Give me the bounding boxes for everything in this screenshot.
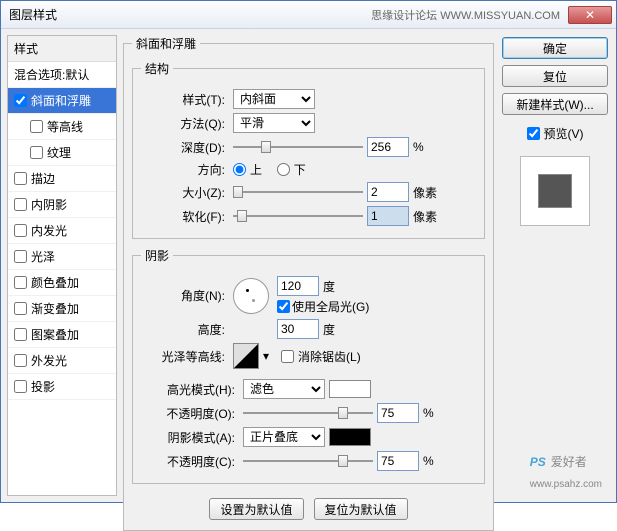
shadow-mode-select[interactable]: 正片叠底 <box>243 427 325 447</box>
size-label: 大小(Z): <box>141 184 229 201</box>
sidebar-item-patternoverlay[interactable]: 图案叠加 <box>8 322 116 348</box>
window-title: 图层样式 <box>9 6 371 23</box>
patternoverlay-checkbox[interactable] <box>14 328 27 341</box>
close-icon: ✕ <box>585 8 595 22</box>
sidebar-blend-options[interactable]: 混合选项:默认 <box>8 62 116 88</box>
pct-label: % <box>413 140 424 154</box>
deg-label2: 度 <box>323 321 335 338</box>
direction-label: 方向: <box>141 161 229 178</box>
satin-checkbox[interactable] <box>14 250 27 263</box>
shadow-mode-label: 阴影模式(A): <box>141 429 239 446</box>
make-default-button[interactable]: 设置为默认值 <box>209 498 303 520</box>
right-panel: 确定 复位 新建样式(W)... 预览(V) <box>500 35 610 496</box>
style-label: 样式(T): <box>141 91 229 108</box>
direction-up-radio[interactable] <box>233 163 246 176</box>
technique-label: 方法(Q): <box>141 115 229 132</box>
technique-select[interactable]: 平滑 <box>233 113 315 133</box>
altitude-input[interactable] <box>277 319 319 339</box>
dropshadow-checkbox[interactable] <box>14 380 27 393</box>
new-style-button[interactable]: 新建样式(W)... <box>502 93 608 115</box>
sidebar-header: 样式 <box>8 36 116 62</box>
depth-label: 深度(D): <box>141 139 229 156</box>
reset-default-button[interactable]: 复位为默认值 <box>314 498 408 520</box>
sidebar-item-coloroverlay[interactable]: 颜色叠加 <box>8 270 116 296</box>
sidebar-item-texture[interactable]: 纹理 <box>8 140 116 166</box>
preview-checkbox[interactable] <box>527 127 540 140</box>
soften-input[interactable] <box>367 206 409 226</box>
gradientoverlay-checkbox[interactable] <box>14 302 27 315</box>
deg-label: 度 <box>323 278 335 295</box>
styles-sidebar: 样式 混合选项:默认 斜面和浮雕 等高线 纹理 描边 内阴影 内发光 光泽 颜色… <box>7 35 117 496</box>
structure-legend: 结构 <box>141 60 173 77</box>
highlight-opacity-label: 不透明度(O): <box>141 405 239 422</box>
sidebar-item-gradientoverlay[interactable]: 渐变叠加 <box>8 296 116 322</box>
layer-style-dialog: 图层样式 思缘设计论坛 WWW.MISSYUAN.COM ✕ 样式 混合选项:默… <box>0 0 617 503</box>
highlight-opacity-input[interactable] <box>377 403 419 423</box>
window-subtitle: 思缘设计论坛 WWW.MISSYUAN.COM <box>371 7 560 23</box>
shadow-opacity-label: 不透明度(C): <box>141 453 239 470</box>
structure-group: 结构 样式(T): 内斜面 方法(Q): 平滑 深度(D): % <box>132 60 485 239</box>
bevel-legend: 斜面和浮雕 <box>132 35 200 52</box>
sidebar-item-innershadow[interactable]: 内阴影 <box>8 192 116 218</box>
contour-checkbox[interactable] <box>30 120 43 133</box>
texture-checkbox[interactable] <box>30 146 43 159</box>
size-input[interactable] <box>367 182 409 202</box>
altitude-label: 高度: <box>141 321 229 338</box>
depth-input[interactable] <box>367 137 409 157</box>
highlight-color[interactable] <box>329 380 371 398</box>
bevel-checkbox[interactable] <box>14 94 27 107</box>
highlight-mode-select[interactable]: 滤色 <box>243 379 325 399</box>
shading-group: 阴影 角度(N): 度 使用全局光(G) <box>132 247 485 484</box>
soften-slider[interactable] <box>233 207 363 225</box>
close-button[interactable]: ✕ <box>568 6 612 24</box>
angle-picker[interactable] <box>233 278 269 314</box>
shadow-color[interactable] <box>329 428 371 446</box>
preview-inner <box>538 174 572 208</box>
antialias-checkbox[interactable] <box>281 350 294 363</box>
px-label2: 像素 <box>413 208 437 225</box>
shadow-opacity-slider[interactable] <box>243 452 373 470</box>
highlight-mode-label: 高光模式(H): <box>141 381 239 398</box>
global-light-checkbox[interactable] <box>277 300 290 313</box>
sidebar-item-satin[interactable]: 光泽 <box>8 244 116 270</box>
style-select[interactable]: 内斜面 <box>233 89 315 109</box>
depth-slider[interactable] <box>233 138 363 156</box>
coloroverlay-checkbox[interactable] <box>14 276 27 289</box>
gloss-contour-picker[interactable] <box>233 343 259 369</box>
antialias-label: 消除锯齿(L) <box>298 348 361 365</box>
sidebar-item-bevel[interactable]: 斜面和浮雕 <box>8 88 116 114</box>
shadow-opacity-input[interactable] <box>377 451 419 471</box>
titlebar: 图层样式 思缘设计论坛 WWW.MISSYUAN.COM ✕ <box>1 1 616 29</box>
sidebar-item-contour[interactable]: 等高线 <box>8 114 116 140</box>
preview-label: 预览(V) <box>544 125 584 142</box>
sidebar-item-innerglow[interactable]: 内发光 <box>8 218 116 244</box>
size-slider[interactable] <box>233 183 363 201</box>
innershadow-checkbox[interactable] <box>14 198 27 211</box>
gloss-label: 光泽等高线: <box>141 348 229 365</box>
highlight-opacity-slider[interactable] <box>243 404 373 422</box>
chevron-down-icon[interactable]: ▾ <box>263 349 269 363</box>
px-label: 像素 <box>413 184 437 201</box>
ok-button[interactable]: 确定 <box>502 37 608 59</box>
outerglow-checkbox[interactable] <box>14 354 27 367</box>
cancel-button[interactable]: 复位 <box>502 65 608 87</box>
shading-legend: 阴影 <box>141 247 173 264</box>
bevel-group: 斜面和浮雕 结构 样式(T): 内斜面 方法(Q): 平滑 深度(D): <box>123 35 494 531</box>
innerglow-checkbox[interactable] <box>14 224 27 237</box>
preview-swatch <box>520 156 590 226</box>
global-light-label: 使用全局光(G) <box>292 298 369 315</box>
angle-input[interactable] <box>277 276 319 296</box>
direction-down-radio[interactable] <box>277 163 290 176</box>
sidebar-item-dropshadow[interactable]: 投影 <box>8 374 116 400</box>
center-panel: 斜面和浮雕 结构 样式(T): 内斜面 方法(Q): 平滑 深度(D): <box>123 35 494 496</box>
angle-label: 角度(N): <box>141 287 229 304</box>
stroke-checkbox[interactable] <box>14 172 27 185</box>
sidebar-item-stroke[interactable]: 描边 <box>8 166 116 192</box>
sidebar-item-outerglow[interactable]: 外发光 <box>8 348 116 374</box>
soften-label: 软化(F): <box>141 208 229 225</box>
